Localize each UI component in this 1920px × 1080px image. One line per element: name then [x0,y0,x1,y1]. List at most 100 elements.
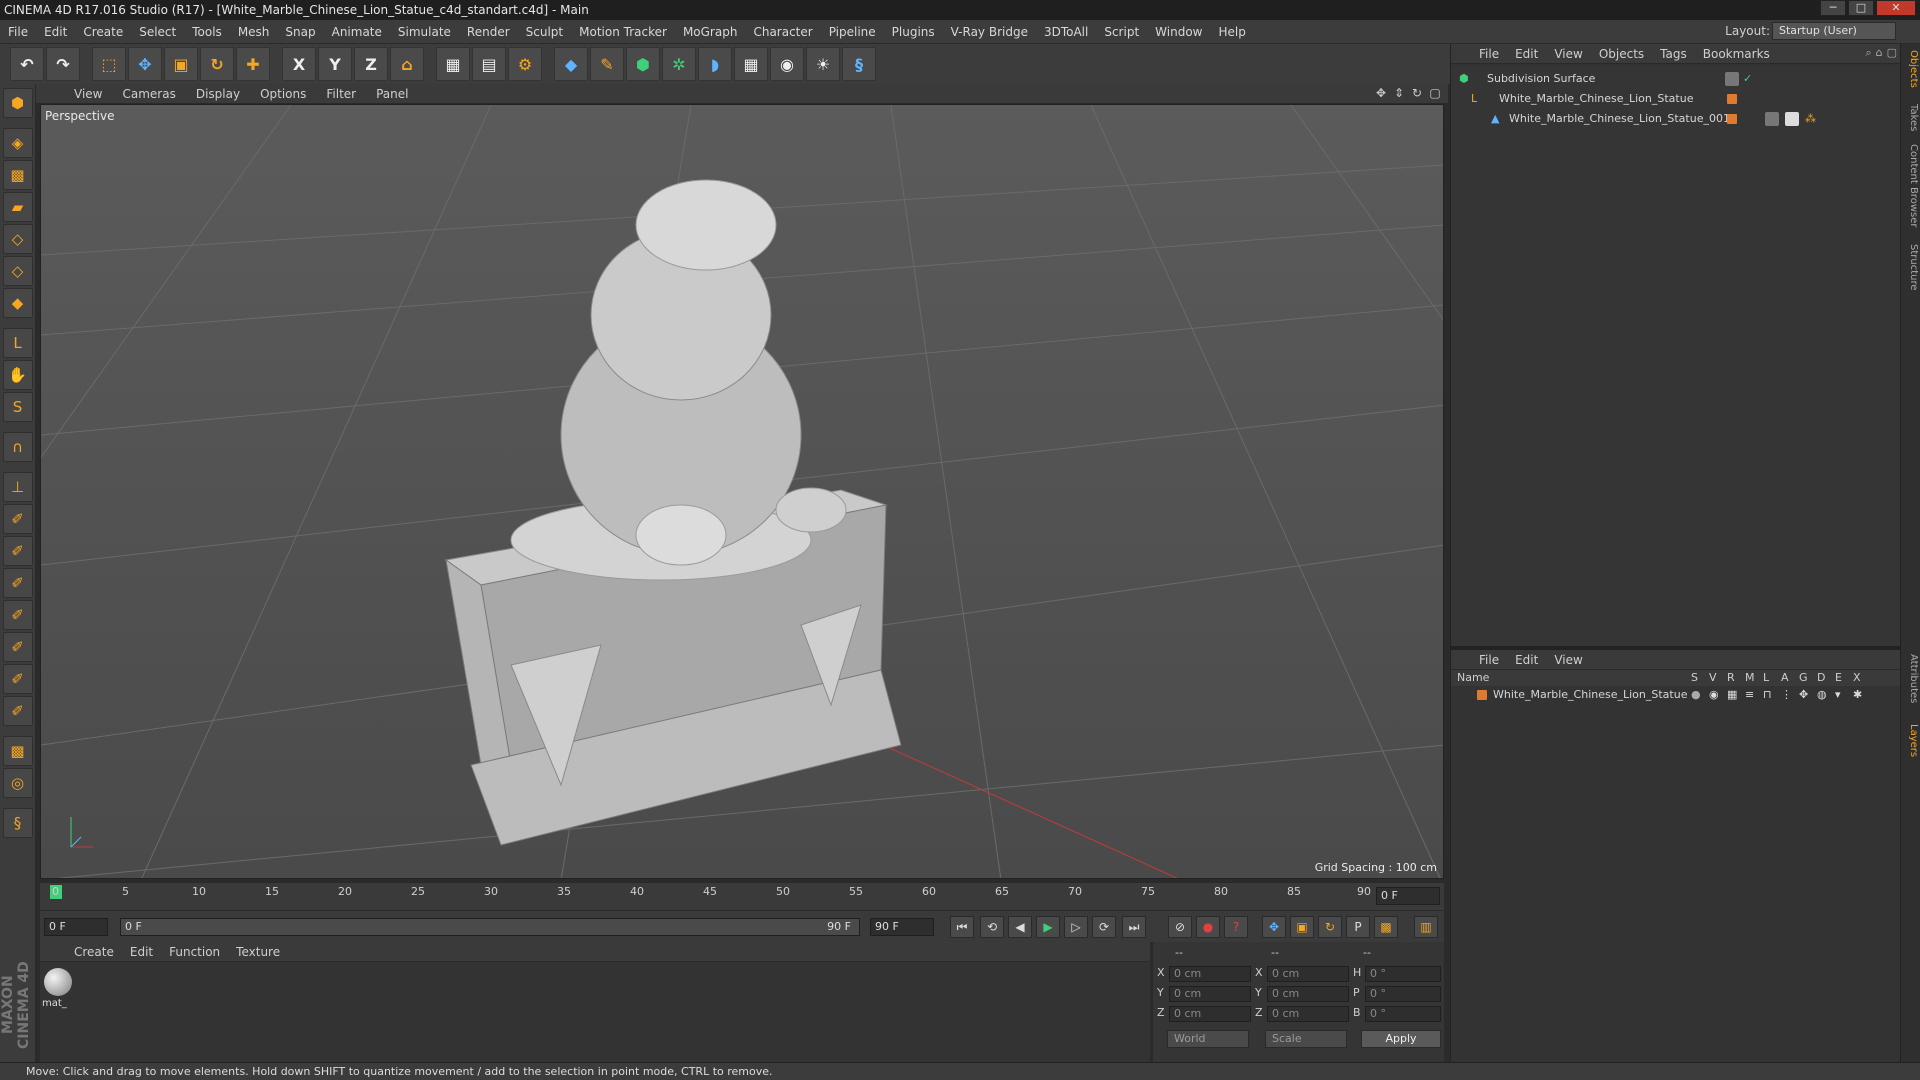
close-button[interactable]: ✕ [1876,0,1916,16]
world-select[interactable]: World [1167,1030,1249,1048]
layer-manager-icon[interactable]: ≡ [1745,686,1754,704]
position-x-field[interactable]: 0 cm [1169,966,1251,982]
redo-icon[interactable]: ↷ [46,47,80,81]
sculpt-brush-1-icon[interactable]: ✐ [2,504,33,534]
record-keys-icon[interactable]: ⊘ [1168,916,1192,938]
new-window-icon[interactable]: ▢ [1887,46,1897,60]
autokey-icon[interactable]: ● [1196,916,1220,938]
visibility-tag-icon[interactable] [1725,72,1739,86]
deformer-icon[interactable]: ◗ [698,47,732,81]
polygons-mode-icon[interactable]: ◆ [2,288,33,318]
menu-edit[interactable]: Edit [36,25,75,39]
object-menu-tags[interactable]: Tags [1652,47,1695,61]
frame-range-slider[interactable]: 0 F 90 F [120,918,860,936]
uvw-tag-icon[interactable]: ⁂ [1805,110,1816,128]
menu-pipeline[interactable]: Pipeline [821,25,884,39]
next-key-button[interactable]: ⟳ [1092,916,1116,938]
dolly-icon[interactable]: ⇕ [1392,86,1406,100]
viewport-menu-filter[interactable]: Filter [316,87,366,101]
material-menu-edit[interactable]: Edit [122,945,161,959]
enabled-check-icon[interactable]: ✓ [1743,70,1752,88]
tab-content-browser[interactable]: Content Browser [1903,144,1919,227]
menu-file[interactable]: File [0,25,36,39]
magnet-icon[interactable]: ∩ [2,432,33,462]
rotation-b-field[interactable]: 0 ° [1365,1006,1441,1022]
sculpt-brush-3-icon[interactable]: ✐ [2,568,33,598]
current-frame-field[interactable]: 0 F [1376,887,1440,905]
workplane-icon[interactable]: ▰ [2,192,33,222]
z-axis-icon[interactable]: Z [354,47,388,81]
size-x-field[interactable]: 0 cm [1267,966,1349,982]
model-mode-icon[interactable]: ⬢ [2,88,33,118]
object-mode-icon[interactable]: ◈ [2,128,33,158]
keyframe-selection-icon[interactable]: ? [1224,916,1248,938]
start-frame-field[interactable]: 0 F [44,918,108,936]
snap-icon[interactable]: S [2,392,33,422]
material-menu-texture[interactable]: Texture [228,945,288,959]
layer-deformer-icon[interactable]: ◍ [1817,686,1827,704]
layer-solo-icon[interactable]: ● [1691,686,1701,704]
python-icon[interactable]: § [842,47,876,81]
menu-tools[interactable]: Tools [184,25,230,39]
layer-color-icon[interactable] [1727,114,1737,124]
workplane-axis-icon[interactable]: ⊥ [2,472,33,502]
layer-render-icon[interactable]: ▦ [1727,686,1737,704]
sculpt-brush-6-icon[interactable]: ✐ [2,664,33,694]
sculpt-brush-7-icon[interactable]: ✐ [2,696,33,726]
menu-create[interactable]: Create [75,25,131,39]
layer-color-icon[interactable] [1477,690,1487,700]
menu-mograph[interactable]: MoGraph [675,25,746,39]
layer-view-icon[interactable]: ◉ [1709,686,1719,704]
render-picture-viewer-icon[interactable]: ▤ [472,47,506,81]
object-menu-file[interactable]: File [1471,47,1507,61]
menu-motion-tracker[interactable]: Motion Tracker [571,25,675,39]
position-z-field[interactable]: 0 cm [1169,1006,1251,1022]
menu-snap[interactable]: Snap [277,25,323,39]
edit-render-settings-icon[interactable]: ⚙ [508,47,542,81]
array-icon[interactable]: ✲ [662,47,696,81]
menu-3dtoall[interactable]: 3DToAll [1036,25,1096,39]
search-icon[interactable]: ⌕ [1865,46,1871,60]
layer-generator-icon[interactable]: ✥ [1799,686,1808,704]
maximize-button[interactable]: □ [1848,0,1874,16]
axis-mode-icon[interactable]: L [2,328,33,358]
camera-icon[interactable]: ◉ [770,47,804,81]
scale-select[interactable]: Scale [1265,1030,1347,1048]
rotation-h-field[interactable]: 0 ° [1365,966,1441,982]
coordinate-system-icon[interactable]: ⌂ [390,47,424,81]
apply-button[interactable]: Apply [1361,1030,1441,1048]
x-axis-icon[interactable]: X [282,47,316,81]
checker-icon[interactable]: ▩ [2,736,33,766]
layer-expression-icon[interactable]: ▾ [1835,686,1841,704]
texture-mode-icon[interactable]: ▩ [2,160,33,190]
viewport-menu-display[interactable]: Display [186,87,250,101]
sculpt-brush-5-icon[interactable]: ✐ [2,632,33,662]
live-selection-icon[interactable]: ⬚ [92,47,126,81]
render-view-icon[interactable]: ▦ [436,47,470,81]
menu-render[interactable]: Render [459,25,518,39]
pen-spline-icon[interactable]: ✎ [590,47,624,81]
pan-icon[interactable]: ✥ [1374,86,1388,100]
material-menu-function[interactable]: Function [161,945,228,959]
play-button[interactable]: ▶ [1036,916,1060,938]
rotate-icon[interactable]: ↻ [200,47,234,81]
goto-start-button[interactable]: ⏮ [950,916,974,938]
viewport-menu-cameras[interactable]: Cameras [112,87,185,101]
viewport-menu-view[interactable]: View [64,87,112,101]
end-frame-field[interactable]: 90 F [870,918,934,936]
menu-animate[interactable]: Animate [324,25,390,39]
layer-animation-icon[interactable]: ⋮ [1781,686,1792,704]
menu-mesh[interactable]: Mesh [230,25,278,39]
next-frame-button[interactable]: ▷ [1064,916,1088,938]
sculpt-brush-4-icon[interactable]: ✐ [2,600,33,630]
points-mode-icon[interactable]: ◇ [2,224,33,254]
key-rotation-icon[interactable]: ↻ [1318,916,1342,938]
menu-sculpt[interactable]: Sculpt [518,25,571,39]
tab-objects[interactable]: Objects [1903,50,1919,88]
sculpt-brush-2-icon[interactable]: ✐ [2,536,33,566]
viewport-menu-options[interactable]: Options [250,87,316,101]
orbit-icon[interactable]: ↻ [1410,86,1424,100]
tab-structure[interactable]: Structure [1903,244,1919,291]
position-y-field[interactable]: 0 cm [1169,986,1251,1002]
rotation-p-field[interactable]: 0 ° [1365,986,1441,1002]
